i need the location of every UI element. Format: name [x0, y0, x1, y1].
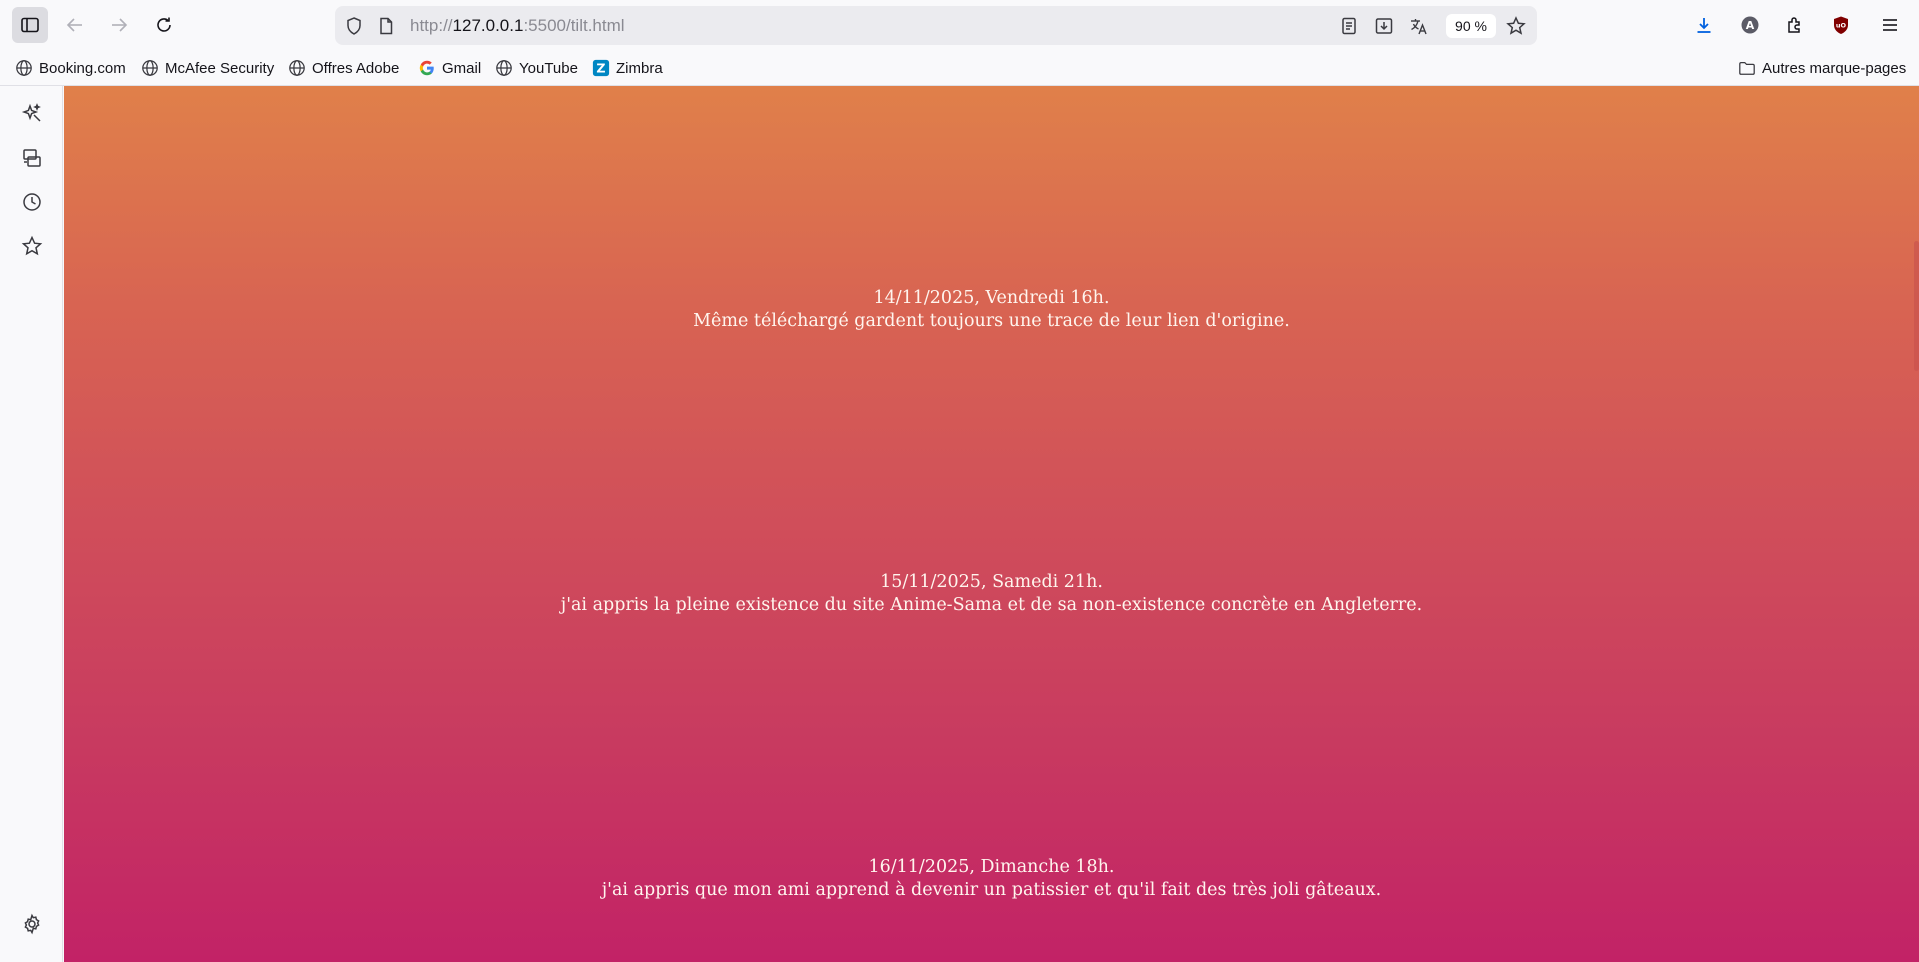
- sidebar-settings-button[interactable]: [18, 910, 46, 938]
- page-info-icon[interactable]: [375, 15, 397, 37]
- shield-icon[interactable]: [343, 15, 365, 37]
- downloads-button[interactable]: [1686, 7, 1722, 43]
- entry-date: 14/11/2025, Vendredi 16h.: [873, 288, 1110, 308]
- bookmark-booking[interactable]: Booking.com: [15, 58, 126, 78]
- svg-text:uO: uO: [1836, 22, 1847, 30]
- entry-date: 15/11/2025, Samedi 21h.: [880, 572, 1103, 592]
- entry-text: j'ai appris la pleine existence du site …: [560, 595, 1423, 615]
- page-scrollbar[interactable]: [1914, 241, 1919, 371]
- globe-icon: [16, 60, 32, 76]
- account-button[interactable]: A: [1732, 7, 1768, 43]
- entry-text: Même téléchargé gardent toujours une tra…: [693, 311, 1290, 331]
- bookmark-adobe[interactable]: Offres Adobe: [288, 58, 399, 78]
- app-menu-button[interactable]: [1872, 7, 1908, 43]
- translate-icon[interactable]: [1408, 15, 1430, 37]
- browser-toolbar: http://127.0.0.1:5500/tilt.html 90 % A u…: [0, 0, 1919, 50]
- ai-chatbot-button[interactable]: [18, 99, 46, 127]
- forward-button[interactable]: [101, 7, 137, 43]
- hamburger-menu-icon: [1883, 19, 1897, 31]
- star-icon: [21, 235, 43, 256]
- sparkle-icon: [21, 103, 41, 122]
- sidebar-toggle-button[interactable]: [12, 7, 48, 43]
- sidebar-icon: [21, 17, 39, 33]
- svg-text:Z: Z: [596, 61, 605, 76]
- svg-text:A: A: [1746, 19, 1755, 32]
- zoom-level-button[interactable]: 90 %: [1446, 14, 1496, 38]
- globe-icon: [142, 60, 158, 76]
- bookmark-gmail[interactable]: Gmail: [418, 58, 481, 78]
- bookmark-youtube[interactable]: YouTube: [495, 58, 578, 78]
- synced-tabs-icon: [23, 149, 41, 167]
- save-to-pocket-icon[interactable]: [1373, 15, 1395, 37]
- url-text[interactable]: http://127.0.0.1:5500/tilt.html: [410, 16, 625, 36]
- journal-entry: 14/11/2025, Vendredi 16h. Même télécharg…: [64, 287, 1919, 333]
- reload-button[interactable]: [146, 7, 182, 43]
- entry-text: j'ai appris que mon ami apprend à deveni…: [601, 880, 1382, 900]
- reader-view-icon[interactable]: [1338, 15, 1360, 37]
- bookmarks-sidebar-button[interactable]: [18, 232, 46, 260]
- reload-icon: [157, 17, 171, 32]
- bookmark-zimbra[interactable]: Z Zimbra: [592, 58, 663, 78]
- browser-sidebar: [0, 86, 63, 962]
- gear-icon: [24, 913, 40, 935]
- folder-icon: [1739, 61, 1755, 75]
- url-bar[interactable]: http://127.0.0.1:5500/tilt.html 90 %: [335, 6, 1537, 45]
- journal-entry: 15/11/2025, Samedi 21h. j'ai appris la p…: [64, 571, 1919, 617]
- other-bookmarks-folder[interactable]: Autres marque-pages: [1738, 58, 1906, 78]
- extensions-button[interactable]: [1777, 7, 1813, 43]
- bookmarks-toolbar: Booking.com McAfee Security Offres Adobe…: [0, 50, 1919, 86]
- globe-icon: [289, 60, 305, 76]
- globe-icon: [496, 60, 512, 76]
- page-content: 14/11/2025, Vendredi 16h. Même télécharg…: [64, 86, 1919, 962]
- bookmark-mcafee[interactable]: McAfee Security: [141, 58, 274, 78]
- back-button[interactable]: [57, 7, 93, 43]
- clock-icon: [23, 193, 41, 211]
- zimbra-icon: Z: [592, 59, 610, 77]
- entry-date: 16/11/2025, Dimanche 18h.: [868, 857, 1115, 877]
- arrow-left-icon: [66, 18, 82, 32]
- account-avatar-icon: A: [1741, 16, 1759, 34]
- bookmark-star-icon[interactable]: [1505, 15, 1527, 37]
- ublock-origin-button[interactable]: uO: [1823, 7, 1859, 43]
- journal-entry: 16/11/2025, Dimanche 18h. j'ai appris qu…: [64, 856, 1919, 902]
- synced-tabs-button[interactable]: [18, 144, 46, 172]
- puzzle-icon: [1788, 17, 1800, 33]
- history-button[interactable]: [18, 188, 46, 216]
- download-icon: [1697, 18, 1711, 33]
- arrow-right-icon: [112, 18, 128, 32]
- google-icon: [419, 60, 434, 76]
- ublock-shield-icon: uO: [1834, 16, 1848, 34]
